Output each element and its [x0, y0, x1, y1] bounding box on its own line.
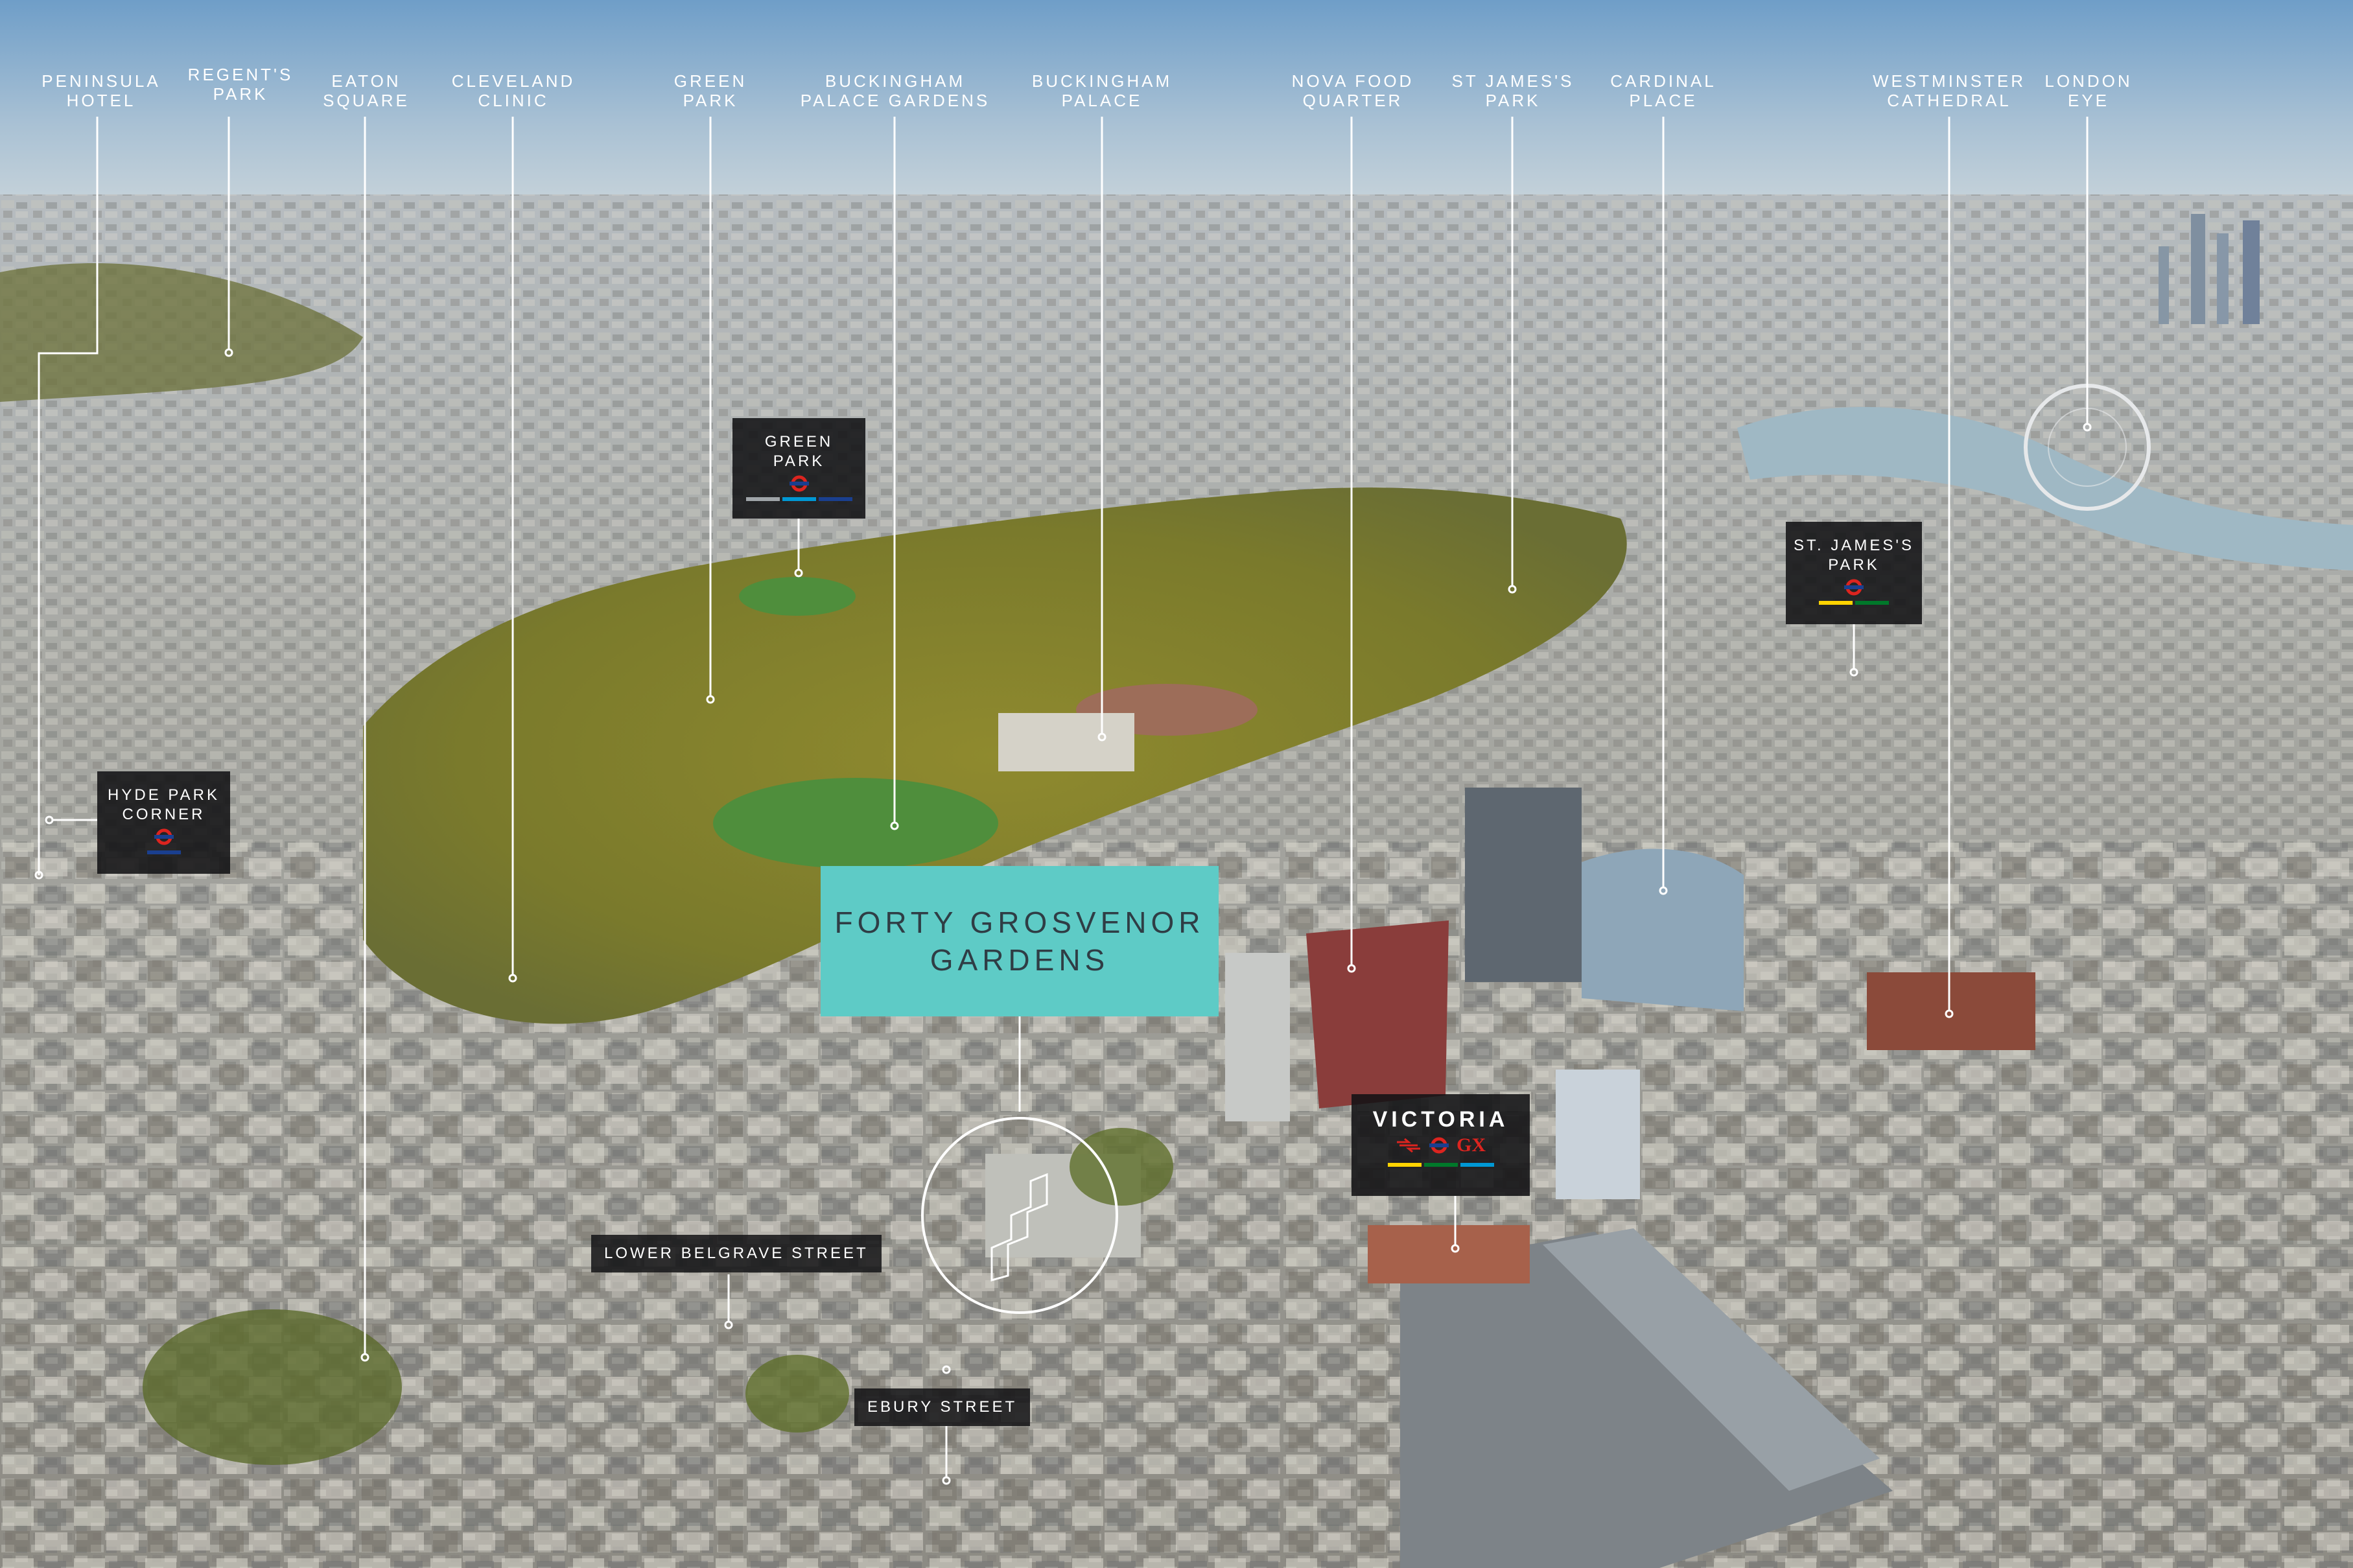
- label-st-jamess-park: ST JAMES'S PARK: [1451, 71, 1575, 110]
- station-name: GREEN PARK: [764, 433, 834, 470]
- label-london-eye: LONDON EYE: [2044, 71, 2133, 110]
- pin-dot: [1451, 1244, 1460, 1253]
- pin-dot: [1945, 1009, 1954, 1018]
- pin-dot: [794, 568, 803, 578]
- pin-dot: [2083, 423, 2092, 432]
- pin-dot: [45, 815, 54, 825]
- label-buckingham-palace: BUCKINGHAM PALACE: [1031, 71, 1173, 110]
- leader-peninsula-hotel: [38, 117, 99, 875]
- pin-dot: [706, 695, 715, 704]
- pin-dot: [1659, 886, 1668, 895]
- underground-roundel-icon: [154, 828, 174, 845]
- street-label-ebury-street: EBURY STREET: [854, 1388, 1031, 1426]
- underground-roundel-icon: [1429, 1137, 1449, 1154]
- pin-dot: [224, 348, 233, 357]
- station-badge-green-park[interactable]: GREEN PARK: [732, 418, 865, 519]
- pin-dot: [1849, 668, 1858, 677]
- station-name: VICTORIA: [1372, 1107, 1509, 1132]
- pin-dot: [724, 1320, 733, 1329]
- pin-dot: [890, 821, 899, 830]
- label-cleveland-clinic: CLEVELAND CLINIC: [451, 71, 576, 110]
- label-eaton-square: EATON SQUARE: [323, 71, 410, 110]
- underground-roundel-icon: [1844, 579, 1864, 596]
- national-rail-icon: [1397, 1138, 1420, 1153]
- label-buckingham-palace-gardens: BUCKINGHAM PALACE GARDENS: [800, 71, 990, 110]
- pin-dot: [942, 1365, 951, 1374]
- label-cardinal-place: CARDINAL PLACE: [1610, 71, 1716, 110]
- line-colour-bars: [1352, 1163, 1530, 1167]
- line-colour-bars: [1786, 601, 1922, 605]
- victoria-icons: GX: [1352, 1134, 1530, 1156]
- pin-dot: [360, 1353, 369, 1362]
- development-label[interactable]: FORTY GROSVENOR GARDENS: [821, 866, 1219, 1016]
- pin-dot: [508, 974, 517, 983]
- station-badge-st-jamess-park[interactable]: ST. JAMES'S PARK: [1786, 522, 1922, 624]
- label-westminster-cathedral: WESTMINSTER CATHEDRAL: [1872, 71, 2026, 110]
- label-green-park: GREEN PARK: [673, 71, 747, 110]
- station-badge-victoria[interactable]: VICTORIA GX: [1352, 1094, 1530, 1196]
- pin-dot: [1097, 732, 1106, 742]
- line-colour-bars: [97, 850, 230, 854]
- pin-dot: [942, 1476, 951, 1485]
- station-badge-hyde-park-corner[interactable]: HYDE PARK CORNER: [97, 771, 230, 874]
- leader-lines-layer: [34, 117, 2092, 1485]
- label-peninsula-hotel: PENINSULA HOTEL: [41, 71, 161, 110]
- line-colour-bars: [732, 497, 865, 501]
- station-name: ST. JAMES'S PARK: [1794, 537, 1914, 574]
- gatwick-express-icon: GX: [1457, 1134, 1486, 1156]
- underground-roundel-icon: [789, 475, 809, 492]
- label-nova-food-quarter: NOVA FOOD QUARTER: [1291, 71, 1414, 110]
- street-label-lower-belgrave-street: LOWER BELGRAVE STREET: [591, 1235, 882, 1272]
- station-name: HYDE PARK CORNER: [108, 786, 220, 823]
- pin-dot: [1347, 964, 1356, 973]
- development-site-ring: [921, 1117, 1118, 1314]
- label-regents-park: REGENT'S PARK: [187, 65, 294, 104]
- site-outline-icon: [990, 1173, 1048, 1281]
- pin-dot: [1508, 585, 1517, 594]
